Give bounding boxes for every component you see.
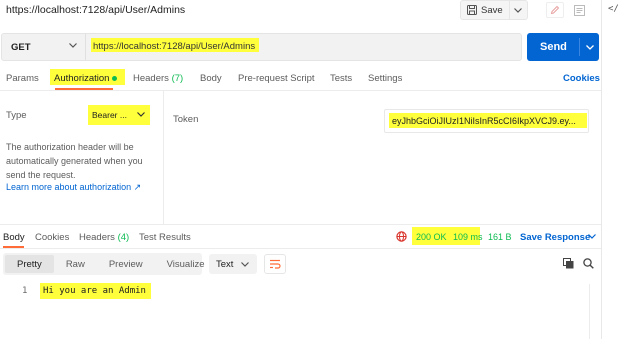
- send-button-label: Send: [540, 41, 567, 53]
- response-tab-headers-count: (4): [117, 232, 130, 243]
- tab-settings[interactable]: Settings: [368, 73, 402, 84]
- tab-body[interactable]: Body: [200, 73, 222, 84]
- tab-headers[interactable]: Headers (7): [133, 73, 183, 84]
- chevron-down-icon[interactable]: [69, 43, 77, 48]
- response-divider: [0, 224, 601, 225]
- response-time[interactable]: 109 ms: [453, 232, 483, 242]
- response-tabs-divider: [0, 248, 601, 249]
- format-preview-button[interactable]: Preview: [97, 255, 155, 273]
- code-icon[interactable]: </: [608, 4, 619, 14]
- line-number: 1: [22, 286, 28, 296]
- document-icon[interactable]: [570, 2, 588, 18]
- tabs-divider: [0, 90, 601, 91]
- auth-type-label: Type: [6, 110, 27, 121]
- tab-tests[interactable]: Tests: [330, 73, 352, 84]
- url-input[interactable]: https://localhost:7128/api/User/Admins: [93, 41, 255, 52]
- wrap-lines-icon[interactable]: [264, 254, 286, 274]
- response-scrollbar[interactable]: [589, 284, 590, 339]
- language-select[interactable]: Text: [209, 254, 257, 274]
- edit-icon[interactable]: [546, 2, 564, 18]
- chevron-down-icon[interactable]: [588, 234, 596, 239]
- save-options-button[interactable]: [510, 1, 527, 19]
- learn-more-link[interactable]: Learn more about authorization ↗: [6, 182, 141, 193]
- format-pretty-button[interactable]: Pretty: [5, 255, 54, 273]
- response-tab-cookies[interactable]: Cookies: [35, 232, 69, 243]
- tab-params[interactable]: Params: [6, 73, 39, 84]
- globe-icon[interactable]: [396, 231, 407, 242]
- tab-headers-label: Headers: [133, 73, 169, 84]
- format-visualize-button[interactable]: Visualize: [155, 255, 217, 273]
- tab-headers-count: (7): [171, 73, 184, 84]
- response-tab-headers-label: Headers: [79, 232, 115, 243]
- cookies-link[interactable]: Cookies: [563, 73, 600, 84]
- save-button[interactable]: Save: [461, 1, 510, 19]
- request-bar: [1, 33, 522, 61]
- method-select[interactable]: GET: [11, 42, 31, 53]
- save-group: Save: [460, 0, 528, 20]
- active-indicator-dot: [112, 76, 117, 81]
- request-title: https://localhost:7128/api/User/Admins: [6, 4, 186, 16]
- status-code[interactable]: 200 OK: [416, 232, 447, 242]
- token-input[interactable]: eyJhbGciOiJIUzI1NiIsInR5cCI6IkpXVCJ9.ey.…: [392, 116, 576, 126]
- sidebar-divider: [601, 0, 602, 339]
- response-tab-headers[interactable]: Headers (4): [79, 232, 129, 243]
- response-tab-body[interactable]: Body: [3, 232, 25, 243]
- send-options-button[interactable]: [580, 44, 599, 50]
- save-response-button[interactable]: Save Response: [520, 232, 590, 243]
- save-icon: [467, 5, 477, 15]
- save-button-label: Save: [481, 4, 503, 16]
- response-tab-test-results[interactable]: Test Results: [139, 232, 191, 243]
- format-toggle-group: Pretty Raw Preview Visualize: [3, 253, 204, 275]
- chevron-down-icon: [514, 7, 523, 13]
- send-button[interactable]: Send: [527, 33, 599, 61]
- auth-type-select[interactable]: Bearer ...: [92, 110, 127, 120]
- auth-help-text: The authorization header will be automat…: [6, 142, 143, 180]
- chevron-down-icon[interactable]: [137, 112, 145, 117]
- response-body-line[interactable]: Hi you are an Admin: [43, 286, 146, 296]
- auth-panel-divider: [163, 91, 164, 224]
- token-label: Token: [173, 114, 199, 125]
- tab-authorization[interactable]: Authorization: [54, 73, 109, 84]
- search-icon[interactable]: [583, 258, 594, 269]
- language-select-label: Text: [216, 258, 234, 270]
- format-raw-button[interactable]: Raw: [54, 255, 97, 273]
- copy-icon[interactable]: [563, 258, 574, 269]
- chevron-down-icon: [241, 261, 250, 267]
- method-divider: [85, 34, 86, 60]
- response-size[interactable]: 161 B: [488, 232, 512, 242]
- tab-prerequest-script[interactable]: Pre-request Script: [238, 73, 315, 84]
